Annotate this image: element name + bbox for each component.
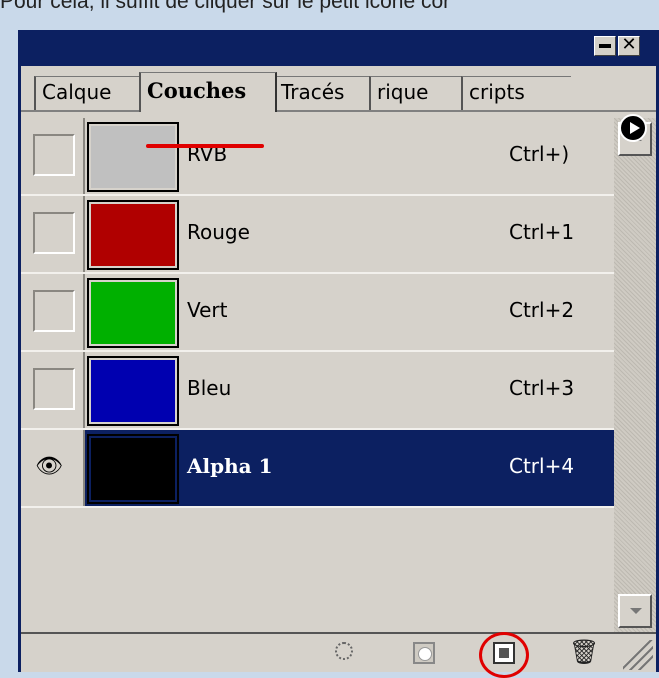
channel-thumbnail	[87, 200, 179, 270]
channel-thumbnail	[87, 434, 179, 504]
channel-shortcut: Ctrl+1	[509, 220, 575, 244]
visibility-box	[33, 212, 75, 254]
channel-list: RVB Ctrl+) Rouge Ctrl+1 Vert Ctrl+2 Bleu Ctrl+3…	[21, 118, 614, 632]
channel-row[interactable]: 👁 Alpha 1 Ctrl+4	[21, 430, 614, 508]
scroll-down-button[interactable]	[618, 594, 652, 628]
panel-titlebar: ✕	[18, 30, 659, 66]
new-channel-icon[interactable]	[493, 642, 515, 664]
thumbnail-fill	[91, 204, 175, 266]
minimize-button[interactable]	[594, 36, 616, 56]
channel-row[interactable]: RVB Ctrl+)	[21, 118, 614, 196]
channel-shortcut: Ctrl+4	[509, 454, 575, 478]
visibility-box	[33, 134, 75, 176]
visibility-toggle[interactable]: 👁	[21, 430, 85, 506]
visibility-toggle[interactable]	[21, 118, 85, 194]
vertical-scrollbar[interactable]	[614, 118, 656, 632]
tab-historique[interactable]: rique	[369, 76, 465, 110]
channel-thumbnail	[87, 278, 179, 348]
visibility-box	[33, 368, 75, 410]
channel-row[interactable]: Bleu Ctrl+3	[21, 352, 614, 430]
channel-row[interactable]: Vert Ctrl+2	[21, 274, 614, 352]
channel-name: Rouge	[187, 220, 250, 244]
trash-icon[interactable]: 🗑	[569, 638, 599, 666]
channel-row[interactable]: Rouge Ctrl+1	[21, 196, 614, 274]
close-icon: ✕	[621, 34, 637, 55]
active-tab-underline	[146, 144, 264, 148]
thumbnail-fill	[91, 438, 175, 500]
thumbnail-fill	[91, 282, 175, 344]
channel-thumbnail	[87, 356, 179, 426]
tab-scripts[interactable]: cripts	[461, 76, 571, 110]
tab-couches[interactable]: Couches	[139, 72, 277, 112]
visibility-toggle[interactable]	[21, 274, 85, 350]
tab-divider	[21, 110, 656, 112]
thumbnail-fill	[91, 126, 175, 188]
close-button[interactable]: ✕	[618, 34, 640, 56]
panel-tabs: Calque Tracés rique cripts Couches	[21, 66, 656, 148]
tab-calques[interactable]: Calque	[34, 76, 142, 110]
channel-name: Bleu	[187, 376, 232, 400]
page-caption: Pour cela, il suffit de cliquer sur le p…	[0, 0, 451, 13]
channel-thumbnail	[87, 122, 179, 192]
thumbnail-fill	[91, 360, 175, 422]
channel-shortcut: Ctrl+)	[509, 142, 570, 166]
visibility-toggle[interactable]	[21, 352, 85, 428]
channel-name: Alpha 1	[187, 454, 273, 478]
load-selection-icon[interactable]	[335, 642, 353, 660]
panel-menu-button[interactable]	[619, 114, 647, 142]
eye-icon: 👁	[35, 454, 63, 479]
visibility-toggle[interactable]	[21, 196, 85, 272]
channel-name: Vert	[187, 298, 228, 322]
channels-panel: ✕ Calque Tracés rique cripts Couches RVB…	[18, 30, 659, 678]
panel-footer: 🗑	[21, 632, 656, 678]
channel-shortcut: Ctrl+2	[509, 298, 575, 322]
channel-shortcut: Ctrl+3	[509, 376, 575, 400]
save-selection-icon[interactable]	[413, 642, 435, 664]
visibility-box	[33, 290, 75, 332]
resize-grip[interactable]	[623, 640, 653, 670]
tab-traces[interactable]: Tracés	[273, 76, 373, 110]
